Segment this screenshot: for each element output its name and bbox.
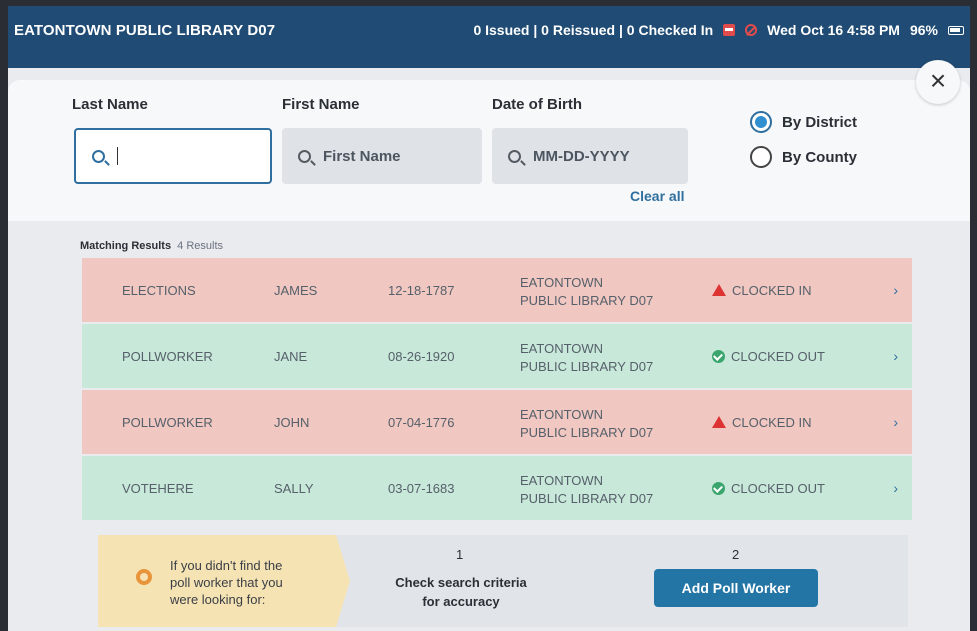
help-line: were looking for: [170,592,266,607]
location-cell: EATONTOWN PUBLIC LIBRARY D07 [520,406,653,442]
last-name-label: Last Name [72,96,148,113]
role-cell: ELECTIONS [122,282,196,298]
table-row[interactable]: VOTEHERE SALLY 03-07-1683 EATONTOWN PUBLI… [82,456,912,520]
radio-unchecked-icon[interactable] [750,146,772,168]
dob-cell: 03-07-1683 [388,480,455,496]
radio-label: By District [782,113,858,131]
radio-label: By County [782,148,857,166]
first-name-placeholder: First Name [323,147,401,165]
first-name-input[interactable]: First Name [282,128,482,184]
status-right: 0 Issued | 0 Reissued | 0 Checked In Wed… [473,22,964,38]
check-circle-icon [712,481,725,495]
location-line1: EATONTOWN [520,473,604,488]
radio-by-district[interactable]: By District [750,111,857,133]
results-count: 4 Results [177,240,223,252]
location-line2: PUBLIC LIBRARY D07 [520,293,654,308]
results-header: Matching Results 4 Results [80,240,223,252]
step-1-line: Check search criteria [395,575,527,590]
chevron-right-icon[interactable]: › [893,282,898,298]
datetime: Wed Oct 16 4:58 PM [767,22,900,38]
help-callout: If you didn't find the poll worker that … [98,535,350,627]
chevron-right-icon[interactable]: › [893,348,898,364]
warning-icon [712,416,726,428]
location-line2: PUBLIC LIBRARY D07 [520,425,654,440]
close-icon: × [929,65,947,96]
help-text: If you didn't find the poll worker that … [170,557,283,608]
poll-worker-search-modal: Last Name First Name Date of Birth First… [8,60,970,631]
device-name: EATONTOWN PUBLIC LIBRARY D07 [14,22,276,39]
step-1-text: Check search criteria for accuracy [386,573,536,611]
first-name-cell: JAMES [274,282,318,298]
search-icon [92,149,105,163]
lifebuoy-icon [136,569,152,585]
last-name-input[interactable] [74,128,272,184]
status-text: CLOCKED OUT [731,348,825,364]
table-row[interactable]: ELECTIONS JAMES 12-18-1787 EATONTOWN PUBL… [82,258,912,322]
battery-level: 96% [909,22,938,38]
location-cell: EATONTOWN PUBLIC LIBRARY D07 [520,340,653,376]
no-entry-icon[interactable] [745,24,758,36]
location-line1: EATONTOWN [520,407,604,422]
role-cell: VOTEHERE [122,480,194,496]
first-name-cell: JANE [274,348,308,364]
clear-all-link[interactable]: Clear all [630,188,684,204]
not-found-help-panel: If you didn't find the poll worker that … [98,535,908,627]
location-line2: PUBLIC LIBRARY D07 [520,491,654,506]
results-title: Matching Results [80,240,172,252]
search-icon [508,149,521,163]
status-cell: CLOCKED IN [712,415,811,430]
dob-cell: 07-04-1776 [388,414,455,430]
status-text: CLOCKED OUT [731,480,825,496]
status-text: CLOCKED IN [732,282,812,298]
status-cell: CLOCKED OUT [712,349,825,364]
close-button[interactable]: × [916,60,960,104]
step-2-number: 2 [732,547,740,562]
radio-by-county[interactable]: By County [750,146,857,168]
table-row[interactable]: POLLWORKER JANE 08-26-1920 EATONTOWN PUBL… [82,324,912,388]
table-row[interactable]: POLLWORKER JOHN 07-04-1776 EATONTOWN PUBL… [82,390,912,454]
add-poll-worker-button[interactable]: Add Poll Worker [654,569,818,607]
first-name-cell: JOHN [274,414,310,430]
step-1-line: for accuracy [422,594,500,609]
first-name-label: First Name [282,96,360,113]
dob-cell: 08-26-1920 [388,348,455,364]
dob-label: Date of Birth [492,96,582,113]
location-line1: EATONTOWN [520,341,604,356]
dob-input[interactable]: MM-DD-YYYY [492,128,688,184]
chevron-right-icon[interactable]: › [893,414,898,430]
radio-checked-icon[interactable] [750,111,772,133]
search-icon [298,149,311,163]
dob-cell: 12-18-1787 [388,282,455,298]
status-cell: CLOCKED OUT [712,481,825,496]
issue-counts: 0 Issued | 0 Reissued | 0 Checked In [473,22,714,38]
location-line1: EATONTOWN [520,275,604,290]
first-name-cell: SALLY [274,480,314,496]
chevron-right-icon[interactable]: › [893,480,898,496]
status-bar: EATONTOWN PUBLIC LIBRARY D07 0 Issued | … [8,6,970,68]
check-circle-icon [712,349,725,363]
printer-icon[interactable] [723,24,736,36]
location-cell: EATONTOWN PUBLIC LIBRARY D07 [520,472,653,508]
step-1-number: 1 [456,547,464,562]
dob-placeholder: MM-DD-YYYY [533,147,630,165]
help-line: poll worker that you [170,575,283,590]
help-line: If you didn't find the [170,558,283,573]
battery-icon [948,25,964,35]
status-cell: CLOCKED IN [712,283,811,298]
role-cell: POLLWORKER [122,348,213,364]
warning-icon [712,284,726,296]
text-caret [117,147,118,165]
role-cell: POLLWORKER [122,414,213,430]
location-cell: EATONTOWN PUBLIC LIBRARY D07 [520,274,653,310]
status-text: CLOCKED IN [732,414,812,430]
app-screen: EATONTOWN PUBLIC LIBRARY D07 0 Issued | … [8,6,970,631]
search-panel: Last Name First Name Date of Birth First… [8,80,970,221]
location-line2: PUBLIC LIBRARY D07 [520,359,654,374]
